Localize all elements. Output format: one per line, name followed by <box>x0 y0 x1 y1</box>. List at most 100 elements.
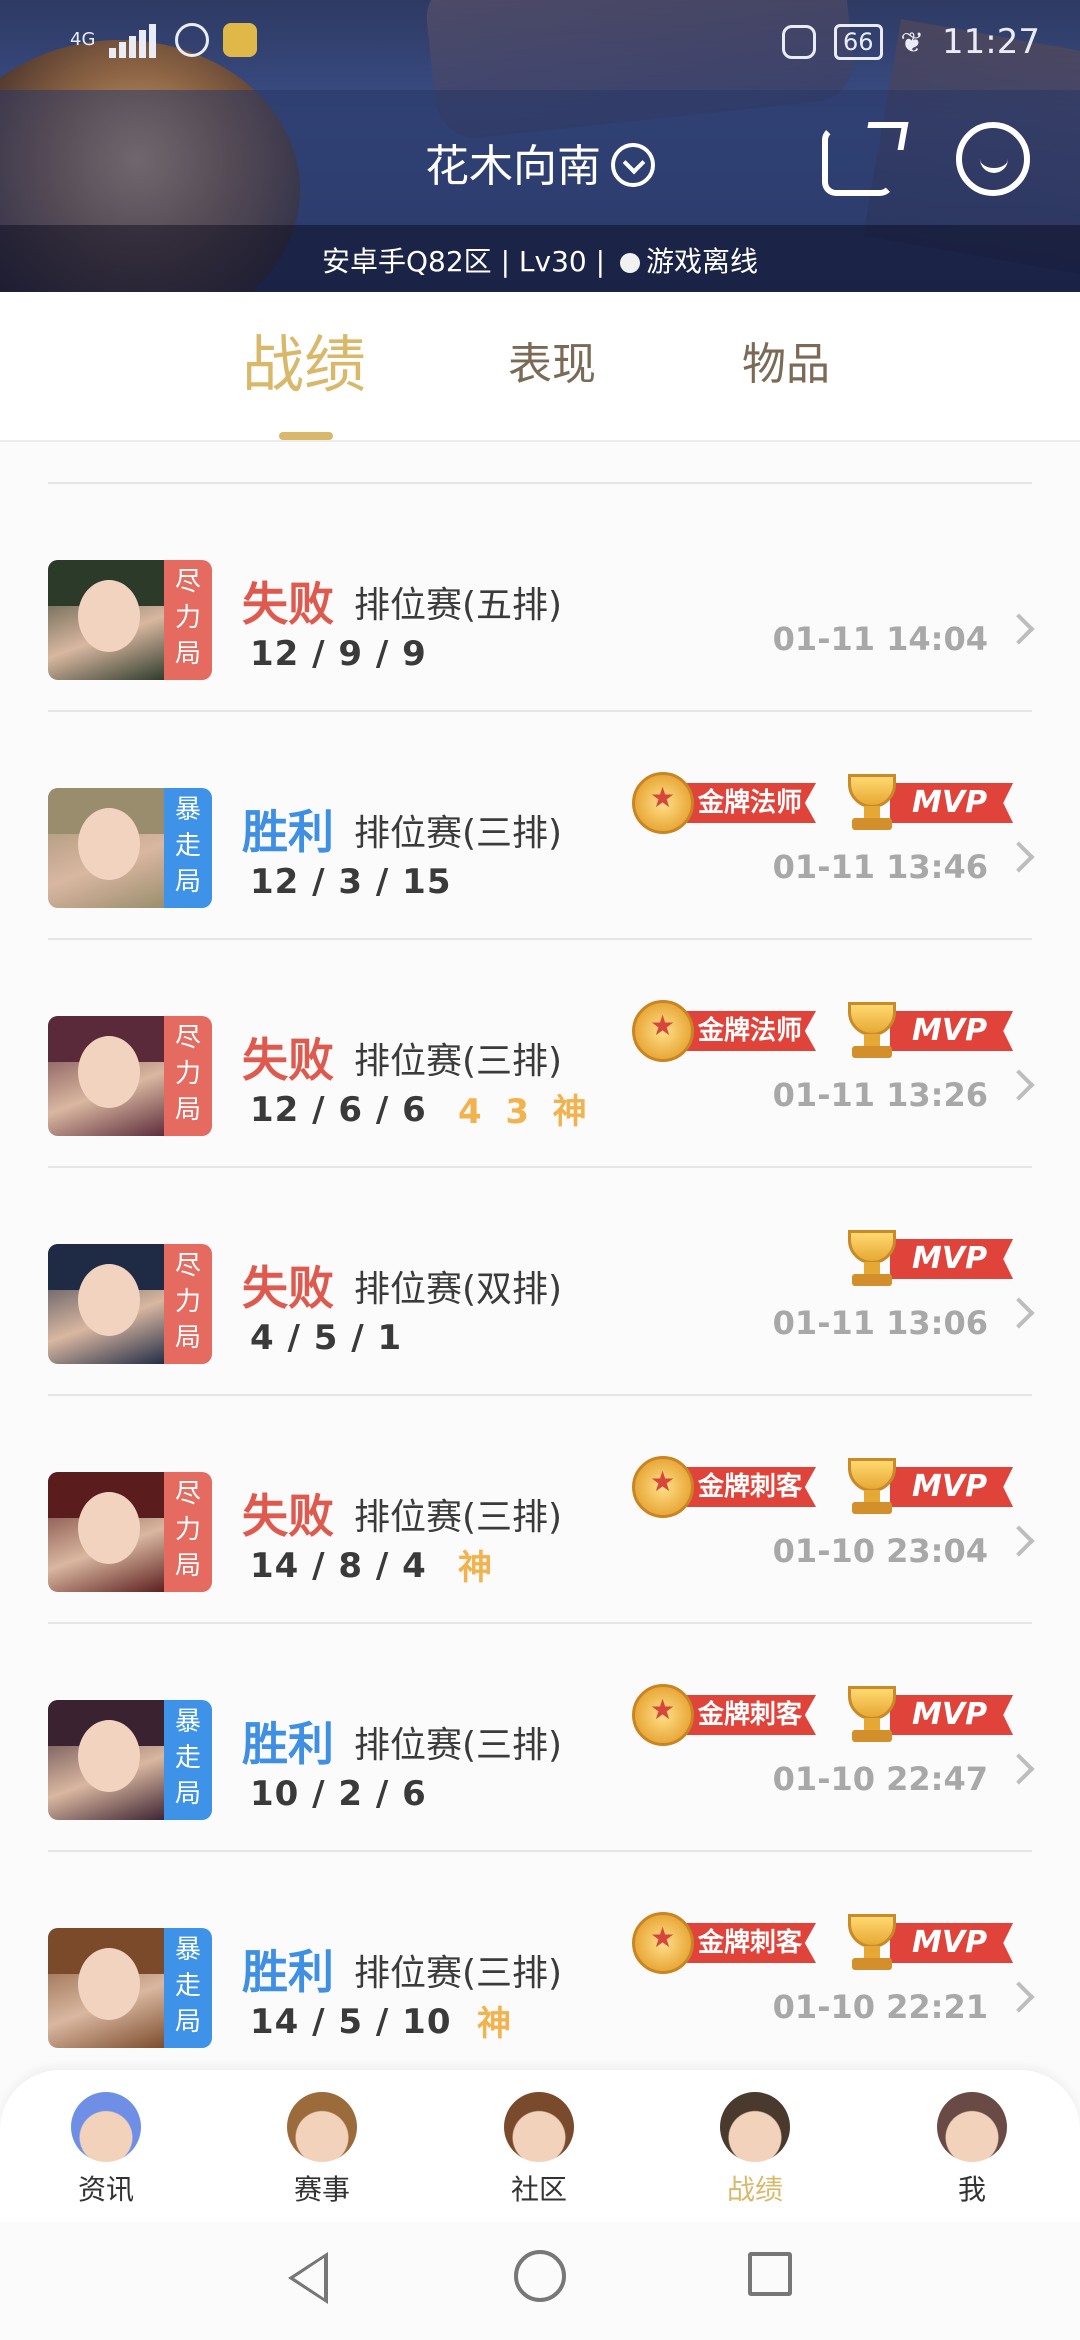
chevron-right-icon[interactable] <box>1003 613 1035 645</box>
medal-badge: 金牌刺客 <box>632 1456 817 1518</box>
leaf-icon: ❦ <box>900 25 925 59</box>
match-result: 失败 <box>242 1261 334 1315</box>
medal-badge: 金牌刺客 <box>632 1684 817 1746</box>
chevron-right-icon[interactable] <box>1003 1297 1035 1329</box>
nav-item-0[interactable]: 资讯 <box>46 2092 166 2208</box>
nav-item-4[interactable]: 我 <box>912 2092 1032 2208</box>
medal-label: 金牌法师 <box>676 1011 817 1051</box>
hero-avatar <box>48 1700 168 1820</box>
mvp-label: MVP <box>890 1011 1014 1051</box>
separator: | <box>500 245 511 278</box>
match-mode-tag: 尽 力 局 <box>164 560 212 680</box>
header-banner: 4G 66 ❦ 11:27 花木向南 安卓手Q82区 | Lv30 | 游戏离线 <box>0 0 1080 292</box>
home-icon[interactable] <box>514 2250 566 2302</box>
status-bar: 4G 66 ❦ 11:27 <box>0 0 1080 86</box>
tab-performance[interactable]: 表现 <box>508 328 596 392</box>
bottom-navigation: 资讯 赛事 社区 战绩 我 <box>0 2070 1080 2222</box>
match-mode-tag: 尽 力 局 <box>164 1016 212 1136</box>
match-time: 01-11 13:26 <box>772 1076 988 1114</box>
me-character-icon <box>937 2092 1007 2162</box>
match-type: 排位赛(三排) <box>354 1497 563 1538</box>
record-character-icon <box>720 2092 790 2162</box>
mvp-badge: MVP <box>842 772 1014 834</box>
nav-label: 赛事 <box>293 2173 350 2206</box>
status-dot-icon <box>619 253 640 273</box>
match-result: 胜利 <box>242 1717 334 1771</box>
match-mode-tag: 暴 走 局 <box>164 1700 212 1820</box>
app-screen: 4G 66 ❦ 11:27 花木向南 安卓手Q82区 | Lv30 | 游戏离线… <box>0 0 1080 2340</box>
hero-face <box>78 580 140 652</box>
tab-record[interactable]: 战绩 <box>242 314 366 404</box>
nav-label: 我 <box>957 2173 986 2206</box>
kill-streak-marks: 神 <box>477 2004 511 2044</box>
medal-icon <box>632 1684 694 1746</box>
match-row[interactable]: 暴 走 局胜利排位赛(三排) 12 / 3 / 15 金牌法师 MVP 01-11 13… <box>0 710 1080 936</box>
trophy-base <box>852 1274 892 1286</box>
medal-label: 金牌法师 <box>676 783 817 823</box>
match-row[interactable]: 尽 力 局失败 排位赛(双排) 4 / 5 / 1 MVP 01-11 13:06 <box>0 1166 1080 1392</box>
match-result: 失败 <box>242 1033 334 1087</box>
match-type: 排位赛(三排) <box>354 813 563 854</box>
match-row[interactable]: 暴 走 局胜利排位赛(三排) 10 / 2 / 6 金牌刺客 MVP 01-10 22:… <box>0 1622 1080 1848</box>
match-type: 排位赛(三排) <box>354 1041 563 1082</box>
hero-avatar <box>48 560 168 680</box>
chat-icon[interactable] <box>956 122 1030 196</box>
share-icon[interactable] <box>822 126 894 196</box>
kill-streak-marks: 神 <box>458 1548 492 1588</box>
kda-stats: 12 / 9 / 9 <box>250 634 427 674</box>
nav-item-1[interactable]: 赛事 <box>262 2092 382 2208</box>
mvp-label: MVP <box>890 1695 1014 1735</box>
tab-items[interactable]: 物品 <box>742 328 830 392</box>
mvp-label: MVP <box>890 1923 1014 1963</box>
tab-bar: 战绩 表现 物品 <box>0 292 1080 442</box>
hero-avatar <box>48 1928 168 2048</box>
nav-item-2[interactable]: 社区 <box>479 2092 599 2208</box>
match-row[interactable]: 尽 力 局失败排位赛(三排) 14 / 8 / 4 神 金牌刺客 MVP 01-10 23… <box>0 1394 1080 1620</box>
mvp-label: MVP <box>890 1467 1014 1507</box>
medal-label: 金牌刺客 <box>676 1467 817 1507</box>
trophy-icon <box>842 774 902 832</box>
match-row[interactable]: 尽 力 局失败 排位赛(五排) 12 / 9 / 9 01-11 14:04 <box>0 482 1080 708</box>
nav-item-3[interactable]: 战绩 <box>695 2092 815 2208</box>
hero-face <box>78 1948 140 2020</box>
kda-stats: 12 / 6 / 6 <box>250 1090 427 1130</box>
match-result: 胜利 <box>242 805 334 859</box>
match-row[interactable]: 暴 走 局胜利排位赛(三排) 14 / 5 / 10 神 金牌刺客 MVP 01-10 2… <box>0 1850 1080 2076</box>
match-mode-tag: 尽 力 局 <box>164 1472 212 1592</box>
hero-avatar <box>48 1016 168 1136</box>
chevron-right-icon[interactable] <box>1003 1981 1035 2013</box>
trophy-cup <box>848 1458 896 1492</box>
medal-icon <box>632 1456 694 1518</box>
chevron-right-icon[interactable] <box>1003 1525 1035 1557</box>
chevron-right-icon[interactable] <box>1003 1069 1035 1101</box>
match-result: 失败 <box>242 1489 334 1543</box>
hero-face <box>78 1720 140 1792</box>
recents-icon[interactable] <box>748 2252 792 2296</box>
medal-label: 金牌刺客 <box>676 1695 817 1735</box>
trophy-base <box>852 1502 892 1514</box>
mvp-badge: MVP <box>842 1000 1014 1062</box>
player-name-selector[interactable]: 花木向南 <box>0 130 1080 194</box>
mute-icon <box>782 25 816 59</box>
chevron-right-icon[interactable] <box>1003 1753 1035 1785</box>
trophy-icon <box>842 1914 902 1972</box>
signal-icon <box>109 22 161 58</box>
game-status: 游戏离线 <box>645 245 758 278</box>
battery-indicator: 66 <box>834 24 883 60</box>
nav-label: 社区 <box>510 2173 567 2206</box>
level-label: Lv30 <box>518 245 587 278</box>
mvp-label: MVP <box>890 783 1014 823</box>
medal-badge: 金牌法师 <box>632 772 817 834</box>
match-list[interactable]: 尽 力 局失败 排位赛(五排) 12 / 9 / 9 01-11 14:04 暴 走 局… <box>0 442 1080 2082</box>
back-icon[interactable] <box>288 2252 328 2304</box>
chevron-right-icon[interactable] <box>1003 841 1035 873</box>
medal-icon <box>632 1000 694 1062</box>
network-label: 4G <box>70 29 96 50</box>
hero-face <box>78 1264 140 1336</box>
trophy-icon <box>842 1686 902 1744</box>
title-row: 花木向南 <box>0 112 1080 212</box>
trophy-base <box>852 1958 892 1970</box>
mvp-badge: MVP <box>842 1228 1014 1290</box>
match-row[interactable]: 尽 力 局失败排位赛(三排) 12 / 6 / 6 4 3 神 金牌法师 MVP 01-1… <box>0 938 1080 1164</box>
medal-icon <box>632 772 694 834</box>
